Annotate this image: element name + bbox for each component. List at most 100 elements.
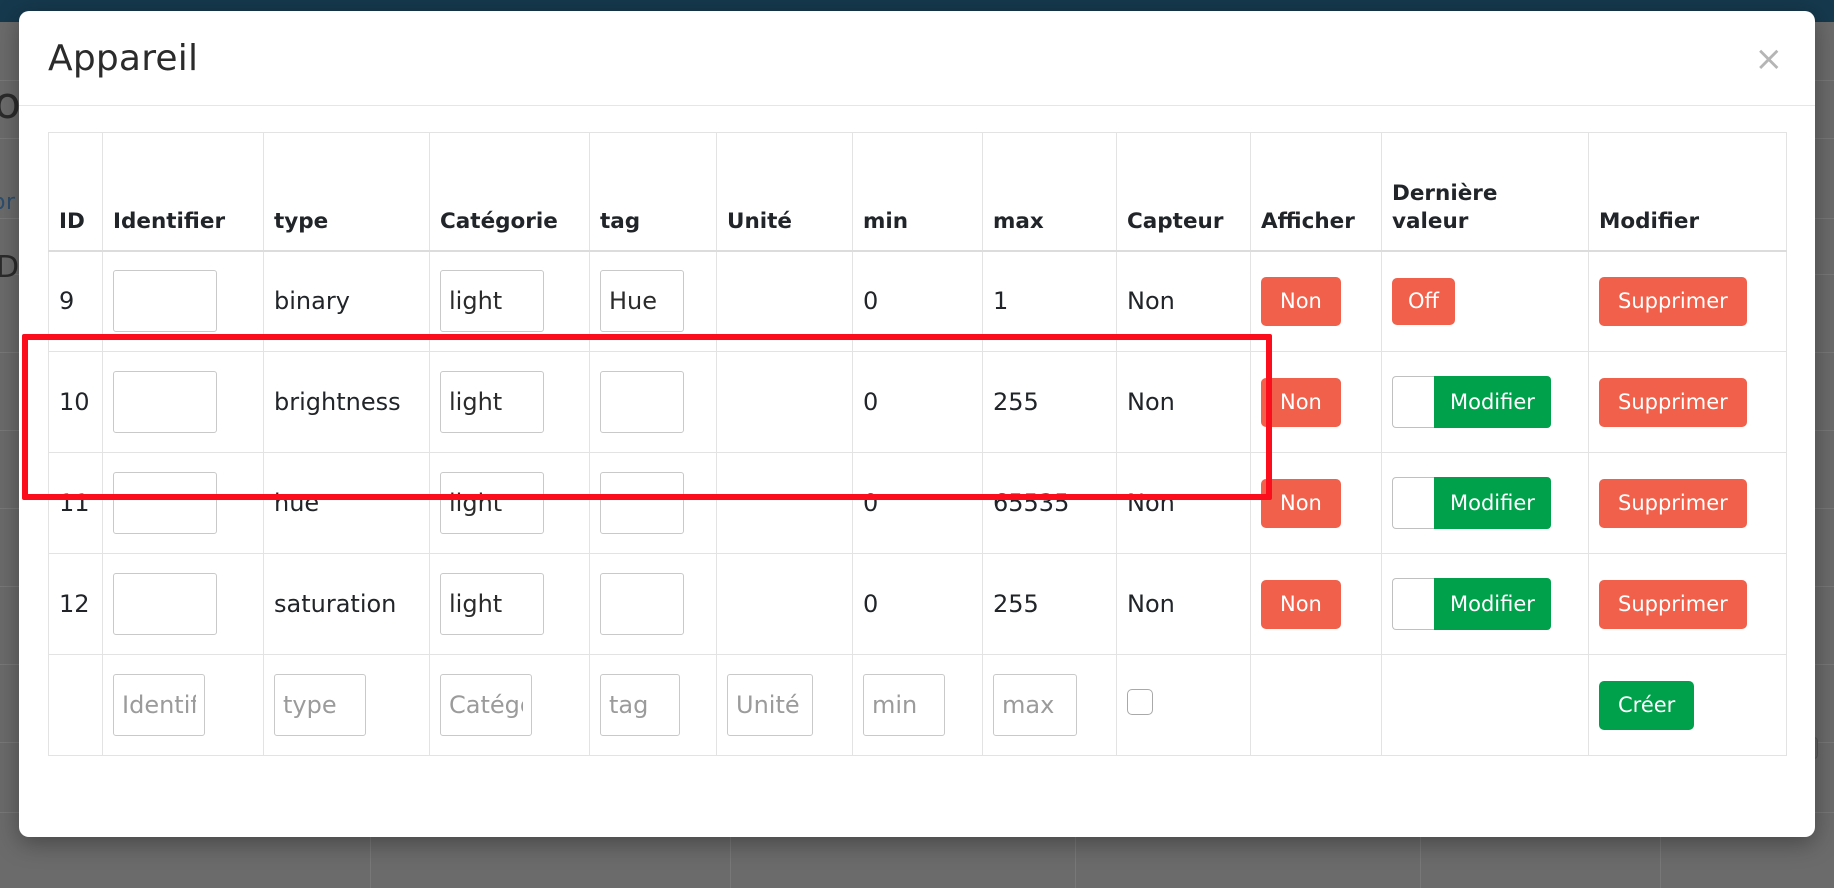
cell-max: 1 <box>982 250 1117 352</box>
modal-body: ID Identifier type Catégorie tag Unité m… <box>19 106 1815 837</box>
new-type-input[interactable] <box>274 674 366 736</box>
cell-capteur: Non <box>1116 351 1251 453</box>
new-tag-input[interactable] <box>600 674 680 736</box>
supprimer-button[interactable]: Supprimer <box>1599 478 1747 528</box>
categorie-input[interactable] <box>440 270 544 333</box>
cell-unite-new <box>716 654 853 756</box>
close-icon[interactable]: × <box>1749 41 1790 77</box>
modifier-valeur-button[interactable]: Modifier <box>1434 477 1551 529</box>
cell-derniere-valeur: Off <box>1381 250 1589 352</box>
cell-unite <box>716 553 853 655</box>
cell-id: 12 <box>48 553 103 655</box>
cell-identifier <box>102 351 264 453</box>
new-identifier-input[interactable] <box>113 674 205 736</box>
cell-modifier: Supprimer <box>1588 553 1787 655</box>
cell-id: 9 <box>48 250 103 352</box>
afficher-toggle-button[interactable]: Non <box>1261 276 1341 326</box>
table-row: 9 binary 0 1 Non Non <box>48 250 1787 352</box>
cell-identifier-new <box>102 654 264 756</box>
cell-max: 255 <box>982 351 1117 453</box>
new-min-input[interactable] <box>863 674 945 736</box>
cell-afficher: Non <box>1250 351 1382 453</box>
new-categorie-input[interactable] <box>440 674 532 736</box>
cell-type: hue <box>263 452 430 554</box>
table-row: 12 saturation 0 255 Non <box>48 553 1787 655</box>
cell-afficher: Non <box>1250 553 1382 655</box>
column-header-capteur: Capteur <box>1116 132 1251 252</box>
table-header-row: ID Identifier type Catégorie tag Unité m… <box>48 132 1787 252</box>
new-unite-input[interactable] <box>727 674 813 736</box>
column-header-identifier: Identifier <box>102 132 264 252</box>
cell-max-new <box>982 654 1117 756</box>
cell-capteur: Non <box>1116 250 1251 352</box>
table-row: 10 brightness 0 255 Non <box>48 351 1787 453</box>
tag-input[interactable] <box>600 472 684 534</box>
cell-afficher-new <box>1250 654 1382 756</box>
cell-identifier <box>102 452 264 554</box>
column-header-type: type <box>263 132 430 252</box>
afficher-toggle-button[interactable]: Non <box>1261 579 1341 629</box>
categorie-input[interactable] <box>440 371 544 433</box>
identifier-input[interactable] <box>113 573 217 635</box>
derniere-valeur-group: Modifier <box>1392 578 1551 630</box>
column-header-max: max <box>982 132 1117 252</box>
tag-input[interactable] <box>600 573 684 635</box>
cell-capteur: Non <box>1116 452 1251 554</box>
column-header-afficher: Afficher <box>1250 132 1382 252</box>
derniere-valeur-group: Modifier <box>1392 477 1551 529</box>
cell-categorie <box>429 553 590 655</box>
supprimer-button[interactable]: Supprimer <box>1599 377 1747 427</box>
derniere-valeur-input[interactable] <box>1392 578 1434 630</box>
cell-unite <box>716 351 853 453</box>
supprimer-button[interactable]: Supprimer <box>1599 579 1747 629</box>
cell-categorie <box>429 452 590 554</box>
cell-identifier <box>102 250 264 352</box>
derniere-valeur-input[interactable] <box>1392 376 1434 428</box>
categorie-input[interactable] <box>440 573 544 635</box>
tag-input[interactable] <box>600 371 684 433</box>
creer-button[interactable]: Créer <box>1599 680 1695 730</box>
cell-modifier: Supprimer <box>1588 250 1787 352</box>
identifier-input[interactable] <box>113 472 217 534</box>
cell-type: brightness <box>263 351 430 453</box>
supprimer-button[interactable]: Supprimer <box>1599 276 1747 326</box>
table-header: ID Identifier type Catégorie tag Unité m… <box>48 132 1787 252</box>
cell-afficher: Non <box>1250 250 1382 352</box>
cell-tag <box>589 452 717 554</box>
afficher-toggle-button[interactable]: Non <box>1261 377 1341 427</box>
identifier-input[interactable] <box>113 371 217 433</box>
cell-modifier: Supprimer <box>1588 452 1787 554</box>
table-body: 9 binary 0 1 Non Non <box>48 250 1787 756</box>
derniere-valeur-off-button[interactable]: Off <box>1392 277 1455 325</box>
cell-id: 11 <box>48 452 103 554</box>
afficher-toggle-button[interactable]: Non <box>1261 478 1341 528</box>
cell-max: 255 <box>982 553 1117 655</box>
cell-capteur: Non <box>1116 553 1251 655</box>
cell-id-new <box>48 654 103 756</box>
table-row: 11 hue 0 65535 Non No <box>48 452 1787 554</box>
modifier-valeur-button[interactable]: Modifier <box>1434 578 1551 630</box>
categorie-input[interactable] <box>440 472 544 534</box>
cell-derniere-valeur-new <box>1381 654 1589 756</box>
create-row: Créer <box>48 654 1787 756</box>
identifier-input[interactable] <box>113 270 217 333</box>
modifier-valeur-button[interactable]: Modifier <box>1434 376 1551 428</box>
cell-capteur-new <box>1116 654 1251 756</box>
page-title: Appareil <box>48 37 199 79</box>
cell-min: 0 <box>852 553 983 655</box>
cell-derniere-valeur: Modifier <box>1381 351 1589 453</box>
cell-creer: Créer <box>1588 654 1787 756</box>
modal-header: Appareil × <box>19 11 1815 106</box>
capteur-checkbox[interactable] <box>1127 689 1153 715</box>
tag-input[interactable] <box>600 270 684 333</box>
derniere-valeur-input[interactable] <box>1392 477 1434 529</box>
derniere-valeur-group: Modifier <box>1392 376 1551 428</box>
new-max-input[interactable] <box>993 674 1077 736</box>
cell-min: 0 <box>852 351 983 453</box>
cell-tag <box>589 351 717 453</box>
cell-tag <box>589 250 717 352</box>
column-header-unite: Unité <box>716 132 853 252</box>
cell-min-new <box>852 654 983 756</box>
column-header-min: min <box>852 132 983 252</box>
cell-categorie <box>429 351 590 453</box>
